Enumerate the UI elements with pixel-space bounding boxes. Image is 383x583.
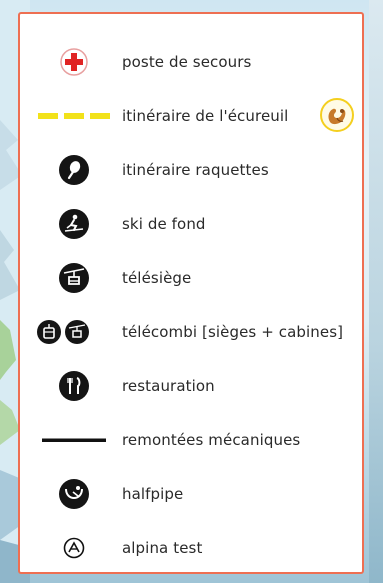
legend-item-squirrel-trail: itinéraire de l'écureuil: [20, 96, 362, 136]
legend-symbol-lifts: [34, 420, 114, 460]
legend-label: restauration: [122, 377, 215, 395]
legend-symbol-alpina-test: [34, 528, 114, 568]
legend-item-chairlift: télésiège: [20, 258, 362, 298]
chair-icon: [65, 320, 89, 344]
legend-symbol-restaurant: [34, 366, 114, 406]
legend-item-telemix: télécombi [sièges + cabines]: [20, 312, 362, 352]
legend-label: itinéraire raquettes: [122, 161, 269, 179]
legend-label: halfpipe: [122, 485, 184, 503]
chairlift-icon: [59, 263, 89, 293]
lift-line: [42, 438, 106, 442]
restaurant-icon: [59, 371, 89, 401]
squirrel-icon: [328, 108, 346, 125]
legend-symbol-squirrel-trail: [34, 96, 114, 136]
legend-symbol-snowshoe: [34, 150, 114, 190]
telemix-icon: [37, 320, 89, 344]
squirrel-trail-line: [38, 113, 110, 119]
legend-item-first-aid: poste de secours: [20, 42, 362, 82]
legend-label: alpina test: [122, 539, 203, 557]
cross-country-ski-icon: [59, 209, 89, 239]
first-aid-icon: [60, 48, 88, 76]
legend-item-cross-country: ski de fond: [20, 204, 362, 244]
squirrel-badge: [320, 98, 354, 132]
gondola-icon: [37, 320, 61, 344]
legend-label: poste de secours: [122, 53, 252, 71]
legend-label: itinéraire de l'écureuil: [122, 107, 289, 125]
map-background-right: [369, 0, 383, 583]
legend-symbol-halfpipe: [34, 474, 114, 514]
legend-label: télésiège: [122, 269, 192, 287]
legend-item-halfpipe: halfpipe: [20, 474, 362, 514]
legend-symbol-cross-country: [34, 204, 114, 244]
legend-label: télécombi [sièges + cabines]: [122, 323, 344, 341]
legend-item-alpina-test: alpina test: [20, 528, 362, 568]
map-legend-panel: poste de secours itinéraire de l'écureui…: [18, 12, 364, 574]
legend-symbol-first-aid: [34, 42, 114, 82]
legend-symbol-chairlift: [34, 258, 114, 298]
legend-symbol-telemix: [34, 312, 114, 352]
legend-item-lifts: remontées mécaniques: [20, 420, 362, 460]
legend-label: ski de fond: [122, 215, 206, 233]
snowshoe-icon: [59, 155, 89, 185]
alpina-test-icon: [63, 537, 85, 559]
halfpipe-icon: [59, 479, 89, 509]
legend-label: remontées mécaniques: [122, 431, 301, 449]
legend-item-restaurant: restauration: [20, 366, 362, 406]
legend-item-snowshoe: itinéraire raquettes: [20, 150, 362, 190]
